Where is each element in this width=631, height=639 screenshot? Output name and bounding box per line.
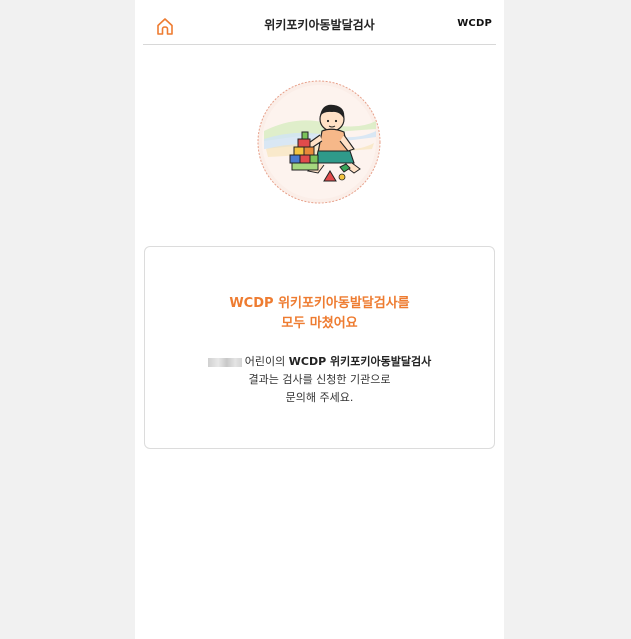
message-line-2: 결과는 검사를 신청한 기관으로	[248, 373, 391, 386]
headline-line-2: 모두 마쳤어요	[281, 316, 358, 331]
app-panel: 위키포키아동발달검사 WCDP WCDP 위키포키아동발달검사를 모두 마쳤어요…	[135, 0, 504, 639]
completion-headline: WCDP 위키포키아동발달검사를 모두 마쳤어요	[145, 294, 494, 334]
redacted-child-name	[207, 357, 242, 367]
brand-label: WCDP	[457, 18, 492, 29]
message-line-1: 어린이의 WCDP 위키포키아동발달검사	[145, 353, 494, 371]
result-message: 어린이의 WCDP 위키포키아동발달검사 결과는 검사를 신청한 기관으로 문의…	[145, 353, 494, 407]
top-header: 위키포키아동발달검사 WCDP	[143, 0, 496, 45]
headline-line-1: WCDP 위키포키아동발달검사를	[229, 296, 410, 311]
message-test-name: WCDP 위키포키아동발달검사	[288, 355, 432, 368]
result-card: WCDP 위키포키아동발달검사를 모두 마쳤어요 어린이의 WCDP 위키포키아…	[144, 246, 495, 449]
message-line-1-suffix: 어린이의	[244, 355, 286, 368]
page-title: 위키포키아동발달검사	[264, 18, 375, 32]
message-line-3: 문의해 주세요.	[285, 391, 354, 404]
child-playing-illustration	[256, 79, 382, 205]
